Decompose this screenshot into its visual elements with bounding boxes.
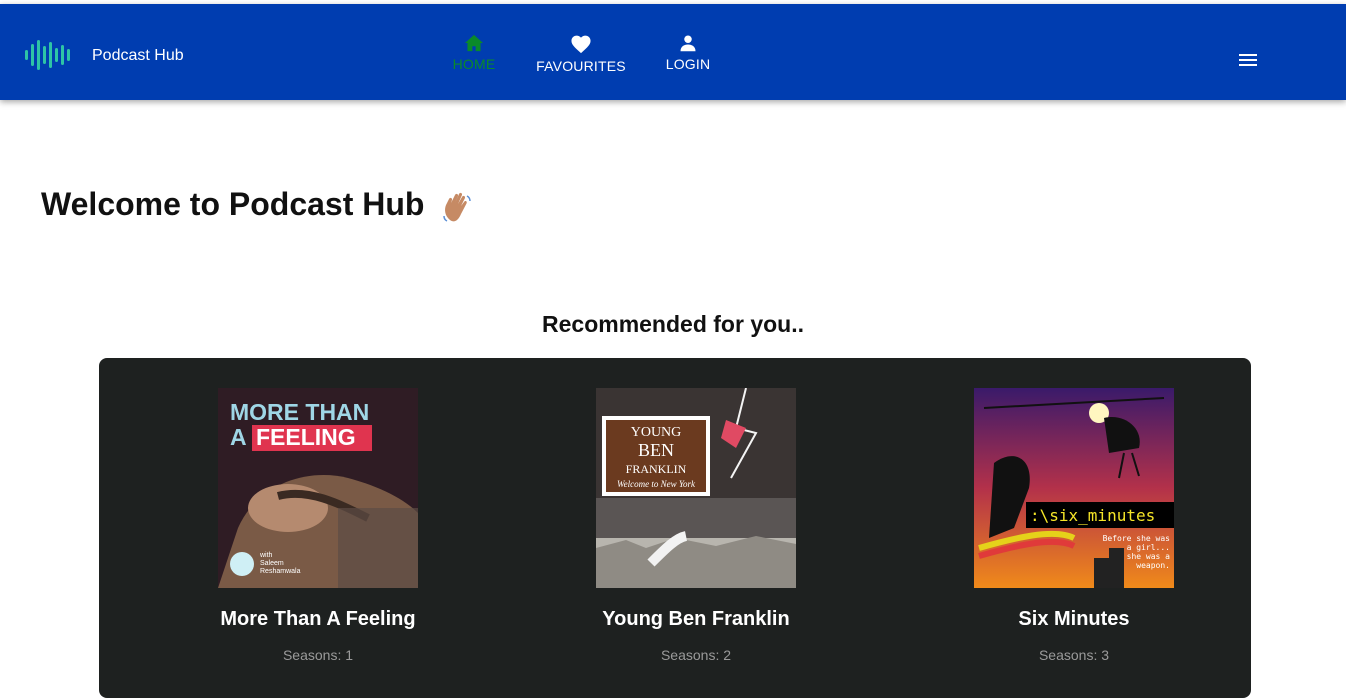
person-icon	[680, 35, 696, 52]
brand-name[interactable]: Podcast Hub	[92, 47, 184, 65]
hamburger-menu-icon[interactable]	[1238, 51, 1260, 69]
cover-text: FRANKLIN	[626, 462, 687, 476]
nav-favourites[interactable]: FAVOURITES	[533, 34, 629, 74]
cover-text: MORE THAN	[230, 399, 369, 425]
top-app-bar: Podcast Hub HOME FAVOURITES LOGIN	[0, 4, 1346, 100]
podcast-seasons: Seasons: 3	[1038, 647, 1110, 663]
podcast-seasons: Seasons: 1	[282, 647, 354, 663]
podcast-cover-image[interactable]: YOUNG BEN FRANKLIN Welcome to New York	[596, 388, 796, 588]
recommended-heading: Recommended for you..	[542, 311, 804, 337]
recommended-carousel: MORE THAN A FEELING with Saleem Reshamwa…	[85, 358, 1269, 698]
waving-hand-icon	[443, 192, 471, 222]
page-title: Welcome to Podcast Hub	[41, 186, 425, 222]
heart-icon	[571, 35, 591, 54]
podcast-title[interactable]: Young Ben Franklin	[566, 608, 826, 631]
podcast-card[interactable]: :\six_minutes Before she was a girl... s…	[944, 388, 1204, 663]
nav-login-label: LOGIN	[665, 56, 711, 72]
nav-home[interactable]: HOME	[448, 34, 500, 72]
cover-text: a girl...	[1127, 543, 1170, 552]
cover-text: weapon.	[1136, 561, 1170, 570]
podcast-cover-image[interactable]: MORE THAN A FEELING with Saleem Reshamwa…	[218, 388, 418, 588]
cover-text: with	[259, 552, 273, 559]
podcast-title[interactable]: Six Minutes	[944, 608, 1204, 631]
carousel-prev-arrow-icon[interactable]	[85, 518, 97, 542]
cover-text: BEN	[638, 440, 674, 460]
cover-text: she was a	[1127, 552, 1171, 561]
carousel-next-arrow-icon[interactable]	[1257, 518, 1269, 542]
cover-text: A	[230, 424, 247, 450]
podcast-cover-image[interactable]: :\six_minutes Before she was a girl... s…	[974, 388, 1174, 588]
cover-text: Before she was	[1103, 534, 1171, 543]
home-icon	[465, 34, 483, 52]
cover-text: :\six_minutes	[1030, 506, 1155, 525]
podcast-seasons: Seasons: 2	[660, 647, 732, 663]
cover-text: YOUNG	[631, 425, 682, 440]
nav-favourites-label: FAVOURITES	[536, 58, 626, 74]
cover-text: Reshamwala	[260, 568, 301, 575]
podcast-card[interactable]: MORE THAN A FEELING with Saleem Reshamwa…	[188, 388, 448, 663]
cover-text: Saleem	[260, 560, 284, 567]
podcast-card[interactable]: YOUNG BEN FRANKLIN Welcome to New York Y…	[566, 388, 826, 663]
podcast-title[interactable]: More Than A Feeling	[188, 608, 448, 631]
cover-text: Welcome to New York	[617, 479, 696, 489]
cover-text: FEELING	[256, 424, 356, 450]
podcast-logo-icon[interactable]	[24, 40, 70, 70]
nav-home-label: HOME	[452, 56, 496, 72]
nav-login[interactable]: LOGIN	[662, 34, 714, 72]
